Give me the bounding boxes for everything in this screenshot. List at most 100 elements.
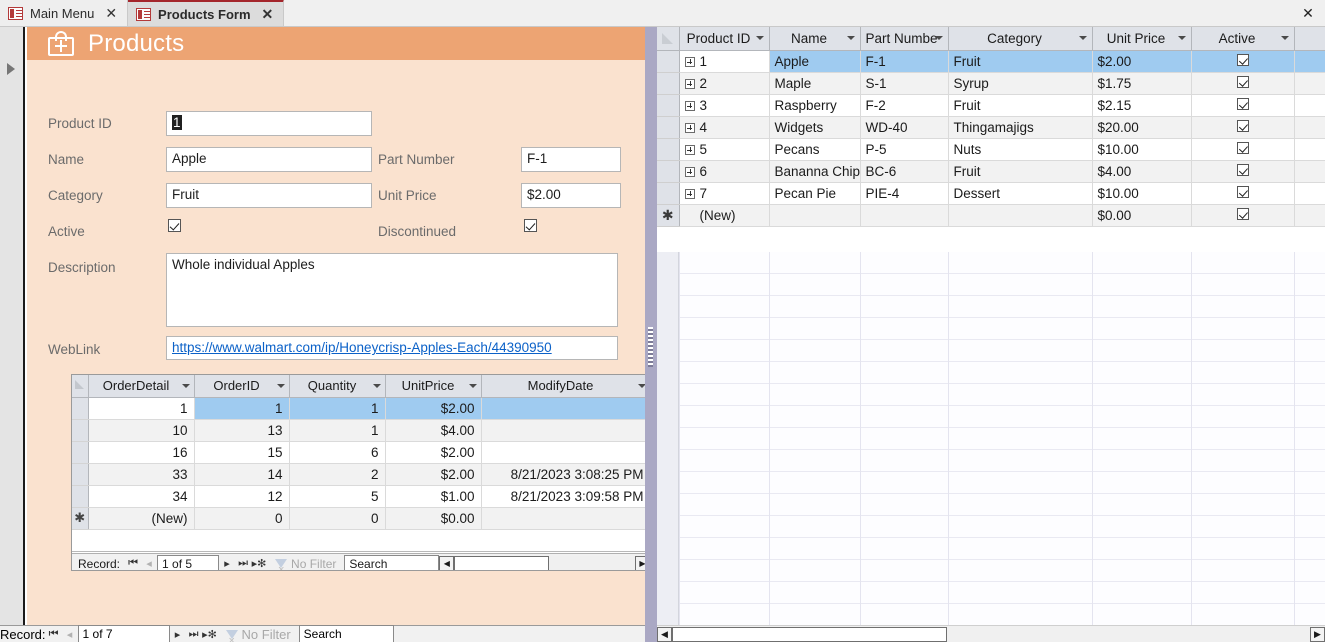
cell-part-number[interactable]: BC-6 [860, 160, 949, 183]
cell-part-number[interactable]: F-1 [860, 50, 949, 73]
expand-chevron-right-icon[interactable] [7, 63, 15, 75]
row-selector[interactable] [72, 485, 89, 508]
cell-name[interactable]: Pecan Pie [769, 182, 861, 205]
window-close-icon[interactable]: ✕ [1291, 0, 1325, 26]
description-textarea[interactable]: Whole individual Apples [166, 253, 618, 327]
cell-orderid[interactable]: 15 [194, 441, 290, 464]
cell-active[interactable] [1191, 182, 1295, 205]
active-checkbox[interactable] [1236, 185, 1249, 198]
form-filter-status[interactable]: No Filter [218, 627, 299, 642]
cell-modifydate[interactable] [481, 397, 645, 420]
cell-active[interactable] [1191, 50, 1295, 73]
table-row-new[interactable]: ✱ (New) 0 0 $0.00 [72, 507, 645, 530]
new-record-marker[interactable]: ✱ [657, 204, 680, 227]
subform-record-position-input[interactable]: 1 of 5 [157, 554, 220, 570]
chevron-down-icon[interactable] [468, 384, 477, 388]
form-search-input[interactable]: Search [298, 625, 394, 642]
cell-modifydate[interactable] [481, 441, 645, 464]
cell-unit-price[interactable]: $2.15 [1092, 94, 1192, 117]
expand-subdatasheet-icon[interactable] [684, 144, 695, 155]
cell-name[interactable]: Apple [769, 50, 861, 73]
cell-modifydate[interactable] [481, 507, 645, 530]
cell-product-id[interactable]: (New) [679, 204, 770, 227]
name-input[interactable]: Apple [166, 147, 372, 172]
cell-name[interactable]: Bananna Chip [769, 160, 861, 183]
cell-orderdetail[interactable]: 16 [88, 441, 195, 464]
cell-name[interactable] [769, 204, 861, 227]
table-row[interactable]: 6 Bananna Chip BC-6 Fruit $4.00 [657, 160, 1325, 183]
table-row[interactable]: 33 14 2 $2.00 8/21/2023 3:08:25 PM [72, 463, 645, 486]
scrollbar-thumb[interactable] [454, 555, 550, 570]
datasheet-horizontal-scrollbar[interactable]: ◀ ▶ [657, 625, 1325, 642]
part-number-input[interactable]: F-1 [521, 147, 621, 172]
form-previous-record-button[interactable]: ◂ [62, 625, 78, 642]
expand-subdatasheet-icon[interactable] [684, 166, 695, 177]
subform-new-record-button[interactable]: ▸✻ [251, 555, 267, 570]
cell-orderid[interactable]: 0 [194, 507, 290, 530]
cell-unit-price[interactable]: $10.00 [1092, 182, 1192, 205]
table-row[interactable]: 34 12 5 $1.00 8/21/2023 3:09:58 PM [72, 485, 645, 508]
cell-unitprice[interactable]: $2.00 [385, 441, 482, 464]
scrollbar-track[interactable] [947, 626, 1310, 642]
navigation-pane-collapsed[interactable] [0, 27, 25, 642]
row-selector[interactable] [657, 182, 680, 205]
column-header-unit-price[interactable]: Unit Price [1092, 27, 1192, 51]
cell-modifydate[interactable]: 8/21/2023 3:09:58 PM [481, 485, 645, 508]
scroll-left-icon[interactable]: ◀ [439, 555, 455, 570]
tab-main-menu[interactable]: Main Menu ✕ [0, 0, 129, 26]
product-id-input[interactable]: 1 [166, 111, 372, 136]
cell-product-id[interactable]: 5 [679, 138, 770, 161]
active-checkbox[interactable] [1236, 53, 1249, 66]
active-checkbox[interactable] [1236, 75, 1249, 88]
chevron-down-icon[interactable] [181, 384, 190, 388]
cell-unit-price[interactable]: $2.00 [1092, 50, 1192, 73]
cell-unit-price[interactable]: $4.00 [1092, 160, 1192, 183]
form-last-record-button[interactable]: ⏭ [186, 625, 202, 642]
cell-quantity[interactable]: 0 [289, 507, 386, 530]
column-header-modifydate[interactable]: ModifyDate [481, 375, 645, 398]
subform-previous-record-button[interactable]: ◂ [141, 555, 157, 570]
expand-subdatasheet-icon[interactable] [684, 122, 695, 133]
chevron-down-icon[interactable] [1078, 36, 1087, 40]
row-selector[interactable] [72, 441, 89, 464]
subform-last-record-button[interactable]: ⏭ [235, 555, 251, 571]
cell-name[interactable]: Maple [769, 72, 861, 95]
cell-orderid[interactable]: 1 [194, 397, 290, 420]
chevron-down-icon[interactable] [372, 384, 381, 388]
weblink-hyperlink[interactable]: https://www.walmart.com/ip/Honeycrisp-Ap… [166, 336, 618, 360]
active-checkbox[interactable] [1236, 207, 1249, 220]
cell-active[interactable] [1191, 94, 1295, 117]
form-new-record-button[interactable]: ▸✻ [202, 625, 218, 642]
cell-product-id[interactable]: 3 [679, 94, 770, 117]
row-selector[interactable] [72, 397, 89, 420]
subform-horizontal-scrollbar[interactable]: ◀ ▶ [439, 555, 645, 570]
row-selector[interactable] [657, 94, 680, 117]
chevron-down-icon[interactable] [1177, 36, 1186, 40]
expand-subdatasheet-icon[interactable] [684, 100, 695, 111]
cell-unitprice[interactable]: $0.00 [385, 507, 482, 530]
cell-unit-price[interactable]: $1.75 [1092, 72, 1192, 95]
cell-name[interactable]: Raspberry [769, 94, 861, 117]
cell-part-number[interactable]: F-2 [860, 94, 949, 117]
cell-active[interactable] [1191, 204, 1295, 227]
column-header-category[interactable]: Category [948, 27, 1093, 51]
cell-unit-price[interactable]: $0.00 [1092, 204, 1192, 227]
cell-part-number[interactable]: S-1 [860, 72, 949, 95]
column-header-quantity[interactable]: Quantity [289, 375, 386, 398]
cell-unitprice[interactable]: $4.00 [385, 419, 482, 442]
cell-part-number[interactable]: PIE-4 [860, 182, 949, 205]
cell-modifydate[interactable]: 8/21/2023 3:08:25 PM [481, 463, 645, 486]
row-selector[interactable] [657, 160, 680, 183]
pane-splitter-bottom[interactable] [645, 625, 657, 642]
active-checkbox[interactable] [1236, 119, 1249, 132]
chevron-down-icon[interactable] [755, 36, 764, 40]
cell-product-id[interactable]: 2 [679, 72, 770, 95]
column-header-blank[interactable] [1294, 27, 1325, 51]
cell-orderid[interactable]: 14 [194, 463, 290, 486]
cell-orderid[interactable]: 12 [194, 485, 290, 508]
unit-price-input[interactable]: $2.00 [521, 183, 621, 208]
category-input[interactable]: Fruit [166, 183, 372, 208]
form-first-record-button[interactable]: ⏮ [46, 625, 62, 642]
row-selector[interactable] [657, 138, 680, 161]
cell-quantity[interactable]: 1 [289, 419, 386, 442]
